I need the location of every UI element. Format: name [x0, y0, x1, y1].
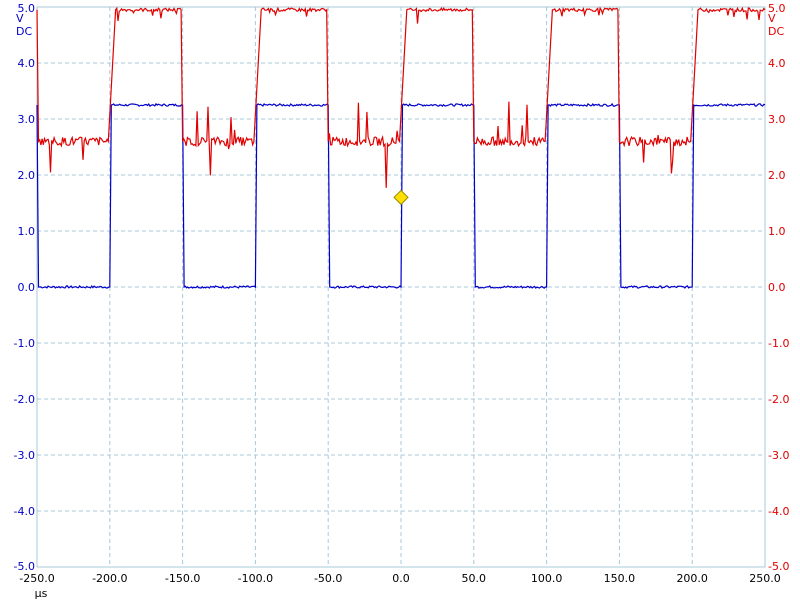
y-tick-label-left: 1.0	[18, 225, 36, 238]
y-tick-label-right: -4.0	[768, 505, 789, 518]
y-tick-label-left: 0.0	[18, 281, 36, 294]
x-tick-label: 250.0	[749, 572, 781, 585]
x-tick-label: -100.0	[238, 572, 273, 585]
y-tick-label-left: -1.0	[14, 337, 35, 350]
y-tick-label-right: -1.0	[768, 337, 789, 350]
y-tick-label-left: -2.0	[14, 393, 35, 406]
y-coupling-label-left: DC	[16, 25, 32, 38]
x-tick-label: -50.0	[314, 572, 342, 585]
y-tick-label-right: -3.0	[768, 449, 789, 462]
y-tick-label-right: 2.0	[768, 169, 786, 182]
x-tick-label: -200.0	[92, 572, 127, 585]
x-tick-label: 200.0	[676, 572, 708, 585]
y-tick-label-left: -3.0	[14, 449, 35, 462]
x-axis-unit-label: µs	[35, 587, 48, 600]
y-tick-label-left: 4.0	[18, 57, 36, 70]
trigger-marker	[393, 189, 409, 206]
x-tick-label: 100.0	[531, 572, 563, 585]
y-tick-label-left: -4.0	[14, 505, 35, 518]
y-unit-label-right: V	[768, 12, 776, 25]
x-tick-label: -250.0	[19, 572, 54, 585]
y-coupling-label-right: DC	[768, 25, 784, 38]
oscilloscope-chart: 5.0 5.04.0 4.03.0 3.02.0 2.01.0 1.00.0 0.0-1.0…	[14, 2, 790, 600]
y-tick-label-right: 0.0	[768, 281, 786, 294]
y-tick-label-right: 1.0	[768, 225, 786, 238]
y-tick-label-left: 3.0	[18, 113, 36, 126]
y-tick-label-right: 3.0	[768, 113, 786, 126]
y-unit-label-left: V	[16, 12, 24, 25]
x-tick-label: 50.0	[462, 572, 487, 585]
x-tick-label: 150.0	[604, 572, 636, 585]
y-tick-label-right: 4.0	[768, 57, 786, 70]
y-tick-label-left: 2.0	[18, 169, 36, 182]
x-tick-label: 0.0	[392, 572, 410, 585]
x-tick-label: -150.0	[165, 572, 200, 585]
y-tick-label-right: -2.0	[768, 393, 789, 406]
